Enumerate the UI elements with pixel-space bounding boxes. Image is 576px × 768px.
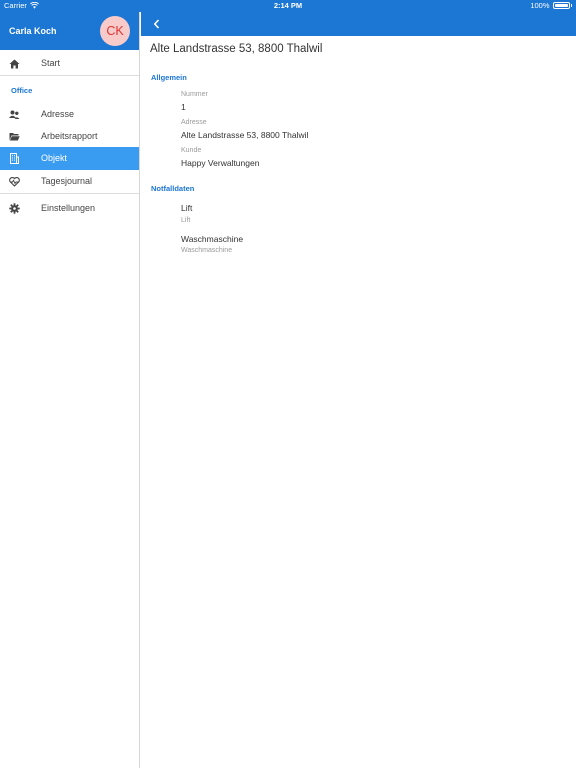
user-name: Carla Koch — [9, 26, 57, 36]
field-label-kunde: Kunde — [181, 147, 202, 154]
group-header-notfalldaten: Notfalldaten — [151, 184, 195, 193]
navigation-bar — [141, 12, 576, 36]
back-button[interactable] — [148, 16, 164, 32]
sidebar-item-objekt[interactable]: Objekt — [0, 147, 139, 170]
home-icon — [9, 58, 20, 69]
field-label-nummer: Nummer — [181, 91, 208, 98]
wifi-icon — [29, 2, 39, 9]
sidebar-item-label: Start — [41, 58, 61, 68]
profile-header: Carla Koch CK — [0, 12, 139, 50]
detail-pane: Alte Landstrasse 53, 8800 Thalwil Allgem… — [141, 12, 576, 768]
field-label-adresse: Adresse — [181, 119, 207, 126]
field-value-nummer: 1 — [181, 102, 186, 112]
page-title: Alte Landstrasse 53, 8800 Thalwil — [150, 43, 323, 55]
folder-open-icon — [9, 131, 20, 142]
sidebar: Carla Koch CK Start Office Adresse Arbei… — [0, 12, 140, 768]
divider — [0, 193, 139, 194]
sidebar-item-label: Einstellungen — [41, 203, 96, 213]
contacts-icon — [9, 109, 20, 120]
sidebar-item-arbeitsrapport[interactable]: Arbeitsrapport — [0, 125, 139, 148]
emergency-item-subtitle: Lift — [181, 217, 191, 224]
building-icon — [9, 153, 20, 164]
field-value-kunde: Happy Verwaltungen — [181, 158, 260, 168]
gear-icon — [9, 203, 20, 214]
sidebar-item-adresse[interactable]: Adresse — [0, 103, 139, 126]
status-bar: Carrier 2:14 PM 100% — [0, 0, 576, 12]
sidebar-item-label: Arbeitsrapport — [41, 131, 98, 141]
carrier-label: Carrier — [4, 1, 27, 10]
emergency-item-title: Waschmaschine — [181, 234, 244, 244]
sidebar-item-einstellungen[interactable]: Einstellungen — [0, 197, 139, 220]
sidebar-item-tagesjournal[interactable]: Tagesjournal — [0, 170, 139, 193]
battery-indicator: 100% — [530, 1, 572, 10]
section-label-office: Office — [11, 86, 33, 95]
sidebar-item-label: Tagesjournal — [41, 176, 93, 186]
sidebar-item-label: Objekt — [41, 153, 68, 163]
group-header-allgemein: Allgemein — [151, 73, 187, 82]
emergency-item-title: Lift — [181, 203, 193, 213]
battery-percent: 100% — [530, 1, 550, 10]
avatar[interactable]: CK — [100, 16, 130, 46]
battery-icon — [552, 2, 570, 9]
sidebar-item-start[interactable]: Start — [0, 52, 139, 75]
heart-pulse-icon — [9, 176, 20, 187]
clock: 2:14 PM — [273, 1, 303, 10]
sidebar-item-label: Adresse — [41, 109, 75, 119]
field-value-adresse: Alte Landstrasse 53, 8800 Thalwil — [181, 130, 309, 140]
chevron-left-icon — [153, 19, 159, 29]
emergency-item-subtitle: Waschmaschine — [181, 247, 233, 254]
carrier-indicator: Carrier — [4, 1, 39, 10]
